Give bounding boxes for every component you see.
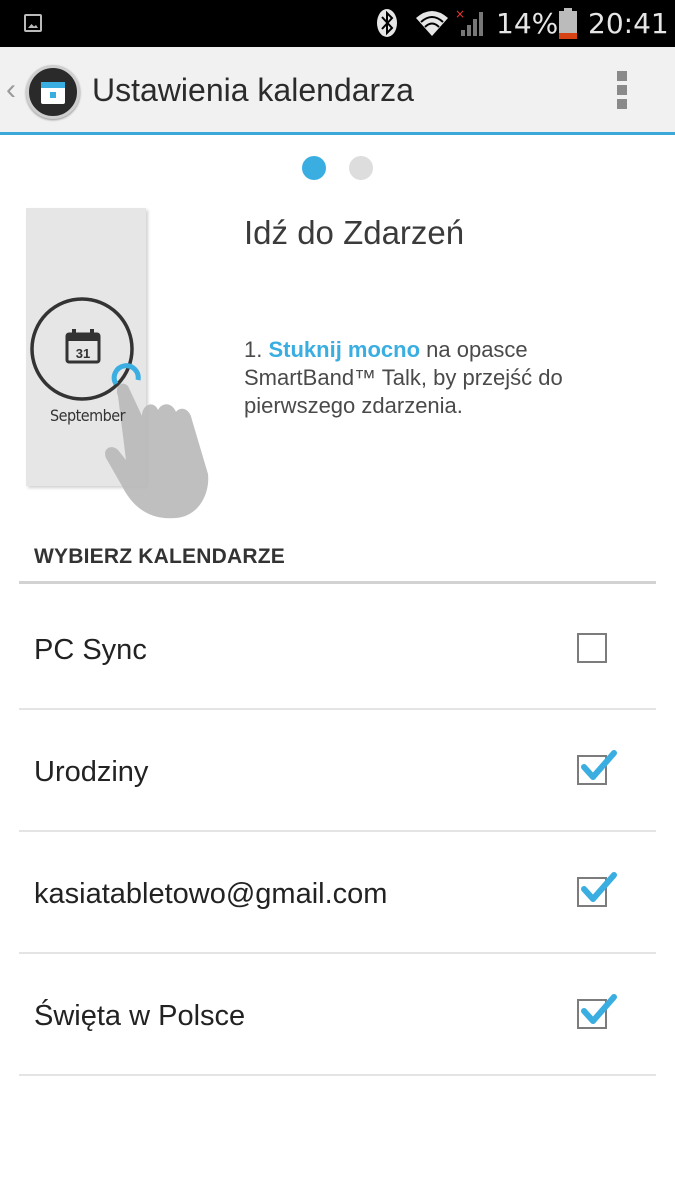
step-title: Idź do Zdarzeń (244, 214, 465, 251)
overflow-menu-icon[interactable] (612, 71, 632, 113)
wifi-icon (416, 11, 448, 36)
calendar-item-label: PC Sync (34, 634, 147, 666)
step-number: 1. (244, 337, 269, 362)
battery-icon (559, 8, 577, 39)
calendar-checkbox[interactable] (577, 994, 617, 1029)
calendar-list: PC Sync Urodziny kasiatabletowo@gmail.co… (19, 588, 656, 1076)
page-title: Ustawienia kalendarza (92, 72, 414, 108)
bluetooth-icon (377, 9, 397, 37)
clock: 20:41 (588, 7, 669, 40)
calendar-item-urodziny[interactable]: Urodziny (19, 710, 656, 832)
back-chevron-icon[interactable]: ‹ (6, 75, 16, 105)
calendar-item-swieta[interactable]: Święta w Polsce (19, 954, 656, 1076)
pager-dot-inactive[interactable] (349, 156, 373, 180)
step-description: 1. Stuknij mocno na opasce SmartBand™ Ta… (244, 336, 644, 420)
battery-percent: 14% (496, 7, 559, 40)
illustration-month: September (50, 406, 126, 425)
section-header: WYBIERZ KALENDARZE (34, 545, 285, 568)
image-notification-icon (24, 14, 42, 32)
svg-text:×: × (455, 8, 465, 21)
step-highlight: Stuknij mocno (268, 337, 421, 362)
calendar-item-label: Święta w Polsce (34, 1000, 246, 1032)
calendar-checkbox[interactable] (577, 872, 617, 907)
illustration-day: 31 (76, 346, 90, 361)
signal-icon: × (455, 8, 483, 36)
tap-gesture-icon: 31 (30, 297, 209, 519)
pager-dot-active[interactable] (302, 156, 326, 180)
calendar-app-icon[interactable] (26, 65, 80, 119)
calendar-item-gmail[interactable]: kasiatabletowo@gmail.com (19, 832, 656, 954)
calendar-item-label: Urodziny (34, 756, 149, 788)
checkmark-icon (581, 750, 617, 780)
calendar-checkbox[interactable] (577, 633, 607, 663)
checkmark-icon (581, 994, 617, 1024)
calendar-checkbox[interactable] (577, 750, 617, 785)
calendar-item-pc-sync[interactable]: PC Sync (19, 588, 656, 710)
tutorial-illustration: 31 September (26, 208, 216, 520)
status-bar: × 14% 20:41 (0, 0, 675, 47)
action-bar: ‹ Ustawienia kalendarza (0, 47, 675, 135)
checkmark-icon (581, 872, 617, 902)
section-divider (19, 581, 656, 584)
calendar-item-label: kasiatabletowo@gmail.com (34, 878, 388, 910)
